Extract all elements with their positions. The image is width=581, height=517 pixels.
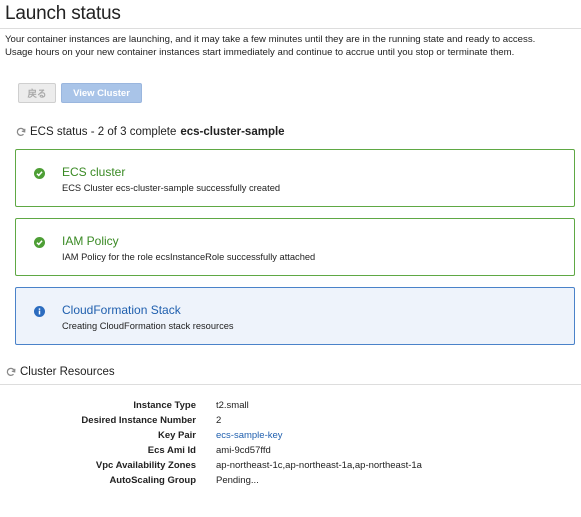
card-description: IAM Policy for the role ecsInstanceRole …	[62, 252, 316, 262]
resource-value: t2.small	[216, 400, 249, 411]
refresh-icon[interactable]	[6, 367, 16, 377]
ecs-status-text: ECS status - 2 of 3 complete	[30, 126, 177, 138]
card-description: Creating CloudFormation stack resources	[62, 321, 234, 331]
intro-text: Your container instances are launching, …	[5, 33, 579, 59]
refresh-icon[interactable]	[16, 127, 26, 137]
resource-value: ap-northeast-1c,ap-northeast-1a,ap-north…	[216, 460, 422, 471]
ecs-status-heading: ECS status - 2 of 3 complete ecs-cluster…	[16, 126, 285, 138]
card-description: ECS Cluster ecs-cluster-sample successfu…	[62, 183, 281, 193]
resource-label: Desired Instance Number	[81, 415, 196, 426]
resource-label: Vpc Availability Zones	[95, 460, 196, 471]
resource-row-key-pair: Key Pair ecs-sample-key	[0, 430, 560, 444]
resource-row-instance-type: Instance Type t2.small	[0, 400, 560, 414]
resource-label: Instance Type	[133, 400, 196, 411]
cluster-resources-title: Cluster Resources	[20, 366, 115, 378]
ecs-cluster-name: ecs-cluster-sample	[180, 126, 285, 138]
check-circle-icon	[34, 168, 45, 179]
resources-divider	[0, 384, 581, 385]
intro-line-2: Usage hours on your new container instan…	[5, 47, 515, 58]
card-title: IAM Policy	[62, 234, 119, 248]
page-title: Launch status	[5, 3, 121, 24]
iam-policy-card: IAM Policy IAM Policy for the role ecsIn…	[15, 218, 575, 276]
resource-value: ami-9cd57ffd	[216, 445, 271, 456]
resource-value: Pending...	[216, 475, 259, 486]
title-divider	[0, 28, 581, 29]
ecs-cluster-card: ECS cluster ECS Cluster ecs-cluster-samp…	[15, 149, 575, 207]
resource-value: 2	[216, 415, 222, 426]
resource-label: Ecs Ami Id	[147, 445, 196, 456]
resource-label: Key Pair	[157, 430, 196, 441]
info-circle-icon	[34, 306, 45, 317]
view-cluster-button[interactable]: View Cluster	[61, 83, 142, 103]
resource-row-ecs-ami-id: Ecs Ami Id ami-9cd57ffd	[0, 445, 560, 459]
key-pair-link[interactable]: ecs-sample-key	[216, 430, 283, 441]
resource-label: AutoScaling Group	[109, 475, 196, 486]
resource-row-desired-instance-number: Desired Instance Number 2	[0, 415, 560, 429]
intro-line-1: Your container instances are launching, …	[5, 34, 536, 45]
card-title: ECS cluster	[62, 165, 126, 179]
cloudformation-stack-card: CloudFormation Stack Creating CloudForma…	[15, 287, 575, 345]
card-title: CloudFormation Stack	[62, 303, 181, 317]
back-button[interactable]: 戻る	[18, 83, 56, 103]
resource-row-vpc-availability-zones: Vpc Availability Zones ap-northeast-1c,a…	[0, 460, 560, 474]
check-circle-icon	[34, 237, 45, 248]
resource-row-autoscaling-group: AutoScaling Group Pending...	[0, 475, 560, 489]
cluster-resources-heading: Cluster Resources	[6, 366, 115, 378]
